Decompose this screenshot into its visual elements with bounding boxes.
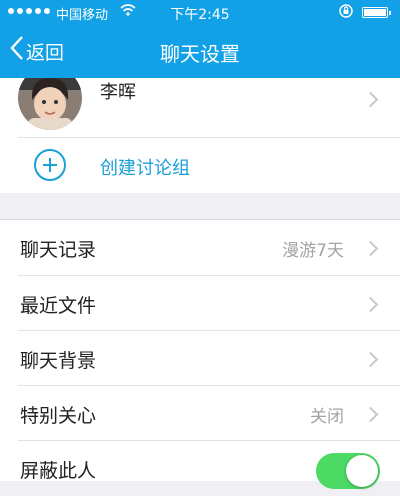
setting-chat-background[interactable]: 聊天背景 xyxy=(0,331,400,386)
setting-recent-files[interactable]: 最近文件 xyxy=(0,276,400,331)
create-group-button[interactable]: 创建讨论组 xyxy=(0,138,400,193)
chevron-right-icon xyxy=(362,91,379,108)
block-user-toggle[interactable] xyxy=(316,453,380,489)
chevron-right-icon xyxy=(362,296,379,313)
battery-icon xyxy=(362,7,391,18)
avatar[interactable] xyxy=(18,78,82,130)
chevron-right-icon xyxy=(362,406,379,423)
setting-special-care[interactable]: 特别关心 关闭 xyxy=(0,386,400,441)
setting-value: 漫游7天 xyxy=(282,241,344,261)
setting-label: 聊天记录 xyxy=(20,239,97,261)
setting-label: 聊天背景 xyxy=(20,350,97,372)
setting-label: 特别关心 xyxy=(20,405,97,427)
contact-name: 李晖 xyxy=(100,82,136,103)
chevron-left-icon xyxy=(10,35,24,67)
orientation-lock-icon xyxy=(338,3,354,23)
settings-list: 聊天记录 漫游7天 最近文件 聊天背景 特别关心 关闭 屏蔽此人 xyxy=(0,219,400,489)
create-group-label: 创建讨论组 xyxy=(100,158,190,179)
setting-chat-history[interactable]: 聊天记录 漫游7天 xyxy=(0,220,400,275)
setting-value: 关闭 xyxy=(310,407,344,427)
setting-label: 屏蔽此人 xyxy=(20,460,97,482)
setting-block-user: 屏蔽此人 xyxy=(0,441,400,496)
navigation-bar: 中国移动 下午2:45 返回 聊天设置 xyxy=(0,0,400,78)
chevron-right-icon xyxy=(362,351,379,368)
toggle-knob[interactable] xyxy=(346,455,378,487)
back-button[interactable]: 返回 xyxy=(10,36,64,66)
status-bar: 中国移动 下午2:45 xyxy=(0,0,400,26)
contact-section: 李晖 创建讨论组 xyxy=(0,78,400,193)
back-label: 返回 xyxy=(26,41,65,64)
setting-label: 最近文件 xyxy=(20,295,97,317)
plus-circle-icon xyxy=(34,149,66,181)
chevron-right-icon xyxy=(362,240,379,257)
